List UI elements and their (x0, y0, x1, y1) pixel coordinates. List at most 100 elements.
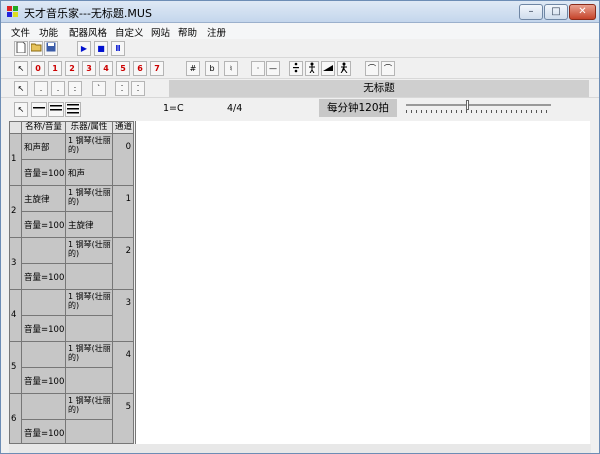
note-5-button[interactable]: 5 (116, 61, 130, 76)
table-row[interactable]: 1 (10, 134, 22, 186)
double-high-dot-button[interactable]: ⁚ (115, 81, 129, 96)
track-channel-cell[interactable]: 4 (113, 342, 133, 394)
track-property-cell[interactable] (66, 368, 113, 394)
score-canvas[interactable] (135, 121, 591, 444)
triple-dot-button[interactable]: ⁚ (131, 81, 145, 96)
table-row[interactable]: 3 (10, 238, 22, 290)
triple-bar-icon[interactable] (65, 102, 81, 117)
track-volume-cell[interactable]: 音量=100 (22, 264, 66, 290)
track-channel-cell[interactable]: 2 (113, 238, 133, 290)
track-property-cell[interactable]: 和声 (66, 160, 113, 186)
flat-button[interactable]: b (205, 61, 219, 76)
table-row[interactable]: 5 (10, 342, 22, 394)
track-name-cell[interactable] (22, 238, 66, 264)
tempo-slider-thumb[interactable] (466, 100, 469, 110)
close-button[interactable]: ✕ (569, 4, 596, 20)
track-number: 6 (11, 414, 17, 424)
track-volume: 音量=100 (24, 273, 65, 283)
note-4-button[interactable]: 4 (99, 61, 113, 76)
tempo-display[interactable]: 每分钟120拍 (319, 99, 397, 117)
track-instrument-cell[interactable]: 1 钢琴(壮丽的) (66, 394, 113, 420)
rhythm-arrow-button[interactable]: ↖ (14, 81, 28, 96)
ramp-icon[interactable] (321, 61, 335, 76)
track-instrument-cell[interactable]: 1 钢琴(壮丽的) (66, 134, 113, 160)
figure-icon[interactable] (337, 61, 351, 76)
note-stack-icon[interactable] (289, 61, 303, 76)
menu-custom[interactable]: 自定义 (115, 25, 144, 39)
play-button[interactable]: ▶ (77, 41, 91, 56)
save-icon[interactable] (44, 41, 58, 56)
track-name-cell[interactable]: 和声部 (22, 134, 66, 160)
dot-low-button[interactable]: . (34, 81, 48, 96)
table-row[interactable]: 6 (10, 394, 22, 443)
open-folder-icon[interactable] (29, 41, 43, 56)
menu-file[interactable]: 文件 (11, 25, 30, 39)
track-name-cell[interactable]: 主旋律 (22, 186, 66, 212)
menu-register[interactable]: 注册 (207, 25, 226, 39)
track-property-cell[interactable] (66, 420, 113, 443)
track-instrument: 1 钢琴(壮丽的) (68, 396, 111, 414)
minimize-button[interactable]: – (519, 4, 543, 20)
track-instrument-cell[interactable]: 1 钢琴(壮丽的) (66, 238, 113, 264)
track-instrument-cell[interactable]: 1 钢琴(壮丽的) (66, 186, 113, 212)
table-row[interactable]: 2 (10, 186, 22, 238)
pause-button[interactable]: Ⅱ (111, 41, 125, 56)
track-volume-cell[interactable]: 音量=100 (22, 316, 66, 342)
track-volume-cell[interactable]: 音量=100 (22, 368, 66, 394)
table-row[interactable]: 4 (10, 290, 22, 342)
menu-function[interactable]: 功能 (39, 25, 58, 39)
track-volume-cell[interactable]: 音量=100 (22, 160, 66, 186)
note-7-button[interactable]: 7 (150, 61, 164, 76)
track-channel: 0 (125, 142, 131, 152)
track-channel-cell[interactable]: 3 (113, 290, 133, 342)
track-name-cell[interactable] (22, 290, 66, 316)
note-2-button[interactable]: 2 (65, 61, 79, 76)
note-0-button[interactable]: 0 (31, 61, 45, 76)
track-channel-cell[interactable]: 1 (113, 186, 133, 238)
horizontal-scrollbar[interactable] (9, 444, 591, 453)
maximize-button[interactable]: □ (544, 4, 568, 20)
high-dot-button[interactable]: ` (92, 81, 106, 96)
tempo-slider-track[interactable] (406, 104, 551, 106)
track-volume-cell[interactable]: 音量=100 (22, 212, 66, 238)
track-number: 4 (11, 310, 17, 320)
menu-orchestration[interactable]: 配器风格 (69, 25, 107, 39)
dot-button[interactable]: · (251, 61, 265, 76)
tie-button[interactable]: ⌒ (365, 61, 379, 76)
track-volume-cell[interactable]: 音量=100 (22, 420, 66, 443)
track-property-cell[interactable] (66, 264, 113, 290)
single-bar-icon[interactable] (31, 102, 47, 117)
track-instrument: 1 钢琴(壮丽的) (68, 240, 111, 258)
info-arrow-button[interactable]: ↖ (14, 102, 28, 117)
track-channel-cell[interactable]: 5 (113, 394, 133, 443)
note-1-button[interactable]: 1 (48, 61, 62, 76)
menu-website[interactable]: 网站 (151, 25, 170, 39)
track-channel: 3 (125, 298, 131, 308)
select-arrow-button[interactable]: ↖ (14, 61, 28, 76)
track-name-cell[interactable] (22, 342, 66, 368)
key-signature[interactable]: 1=C (163, 103, 184, 114)
stop-button[interactable]: ■ (94, 41, 108, 56)
natural-button[interactable]: ♮ (224, 61, 238, 76)
double-dot-button[interactable]: : (68, 81, 82, 96)
track-channel-cell[interactable]: 0 (113, 134, 133, 186)
menu-help[interactable]: 帮助 (178, 25, 197, 39)
track-property-cell[interactable] (66, 316, 113, 342)
vertical-scrollbar[interactable] (590, 121, 599, 444)
track-property-cell[interactable]: 主旋律 (66, 212, 113, 238)
slur-button[interactable]: ⌒ (381, 61, 395, 76)
note-3-button[interactable]: 3 (82, 61, 96, 76)
dot-mid-button[interactable]: . (51, 81, 65, 96)
toolbar-file: ▶ ■ Ⅱ (1, 39, 599, 58)
dash-button[interactable]: — (266, 61, 280, 76)
rest-figure-icon[interactable] (305, 61, 319, 76)
note-6-button[interactable]: 6 (133, 61, 147, 76)
header-instrument: 乐器/属性 (66, 122, 113, 134)
new-file-icon[interactable] (14, 41, 28, 56)
track-instrument-cell[interactable]: 1 钢琴(壮丽的) (66, 342, 113, 368)
track-name-cell[interactable] (22, 394, 66, 420)
time-signature[interactable]: 4/4 (227, 103, 242, 114)
sharp-button[interactable]: # (186, 61, 200, 76)
track-instrument-cell[interactable]: 1 钢琴(壮丽的) (66, 290, 113, 316)
double-bar-icon[interactable] (48, 102, 64, 117)
